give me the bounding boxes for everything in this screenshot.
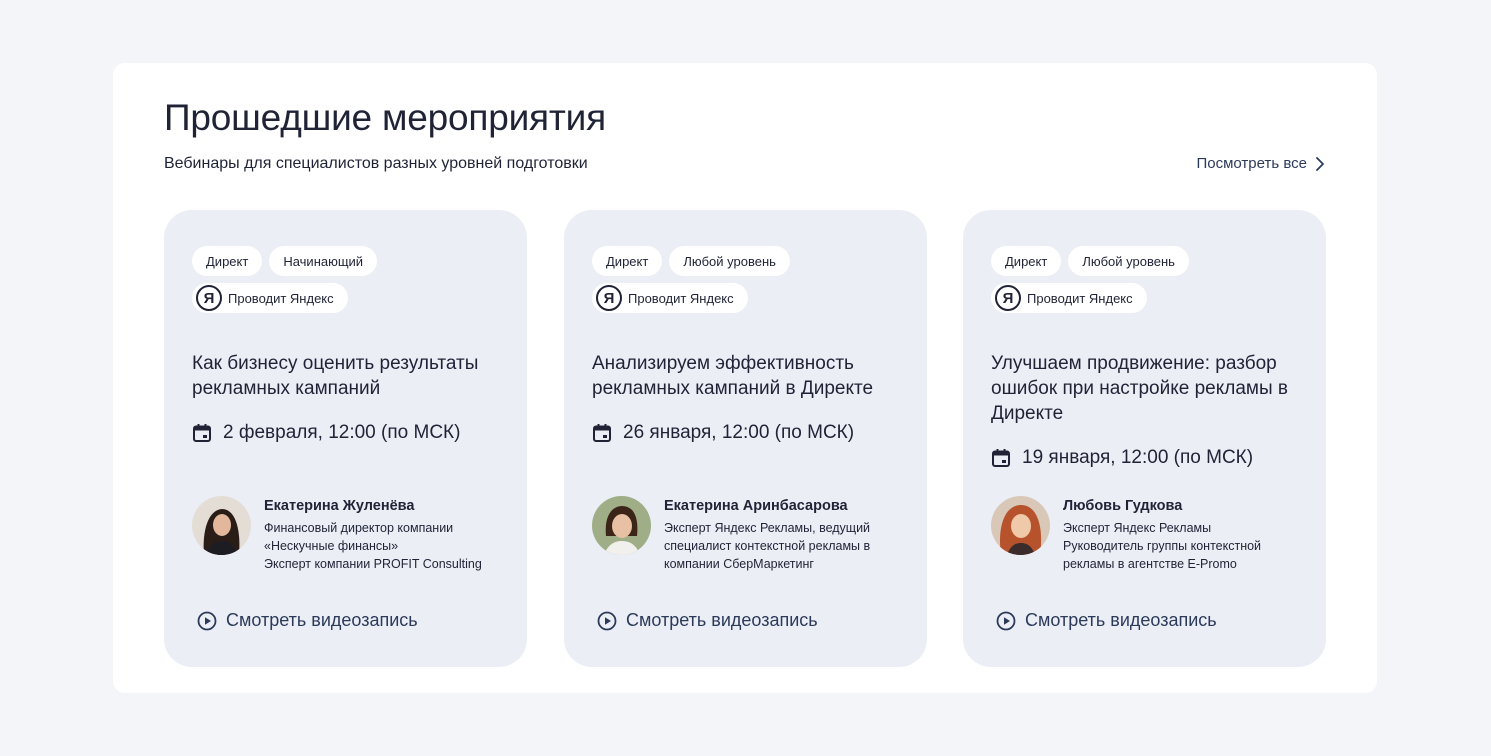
event-date: 19 января, 12:00 (по МСК) bbox=[991, 447, 1253, 469]
chevron-right-icon bbox=[1316, 156, 1324, 171]
past-events-section: Прошедшие мероприятия Вебинары для специ… bbox=[113, 63, 1377, 693]
event-date: 2 февраля, 12:00 (по МСК) bbox=[192, 422, 460, 444]
calendar-icon bbox=[193, 424, 211, 442]
tag-list: Директ Любой уровень Я Проводит Яндекс bbox=[991, 246, 1291, 313]
tag-product[interactable]: Директ bbox=[592, 246, 663, 276]
watch-recording-label: Смотреть видеозапись bbox=[1025, 610, 1217, 630]
event-date-text: 26 января, 12:00 (по МСК) bbox=[623, 422, 855, 443]
see-all-label: Посмотреть все bbox=[1196, 155, 1307, 172]
see-all-link[interactable]: Посмотреть все bbox=[1196, 155, 1325, 172]
speaker-description: Эксперт Яндекс Рекламы, ведущий специали… bbox=[664, 519, 870, 573]
speaker-avatar bbox=[192, 496, 251, 555]
event-card: Директ Любой уровень Я Проводит Яндекс У… bbox=[963, 210, 1326, 667]
speaker-description: Эксперт Яндекс Рекламы Руководитель груп… bbox=[1063, 519, 1261, 573]
host-label: Проводит Яндекс bbox=[228, 290, 334, 306]
host-badge: Я Проводит Яндекс bbox=[592, 283, 748, 313]
speaker: Любовь Гудкова Эксперт Яндекс Рекламы Ру… bbox=[991, 496, 1261, 573]
section-subtitle: Вебинары для специалистов разных уровней… bbox=[164, 155, 588, 172]
speaker-avatar bbox=[991, 496, 1050, 555]
event-card: Директ Начинающий Я Проводит Яндекс Как … bbox=[164, 210, 527, 667]
play-circle-icon bbox=[197, 611, 217, 630]
watch-recording-link[interactable]: Смотреть видеозапись bbox=[197, 610, 418, 631]
tag-level[interactable]: Любой уровень bbox=[1068, 246, 1189, 276]
speaker-desc-line: Руководитель группы контекстной bbox=[1063, 539, 1262, 553]
tag-list: Директ Начинающий Я Проводит Яндекс bbox=[192, 246, 492, 313]
speaker-desc-line: специалист контекстной рекламы в bbox=[664, 539, 871, 553]
play-circle-icon bbox=[597, 611, 617, 630]
event-date: 26 января, 12:00 (по МСК) bbox=[592, 422, 854, 444]
event-date-text: 2 февраля, 12:00 (по МСК) bbox=[223, 422, 461, 443]
speaker: Екатерина Аринбасарова Эксперт Яндекс Ре… bbox=[592, 496, 870, 573]
watch-recording-label: Смотреть видеозапись bbox=[626, 610, 818, 630]
speaker-desc-line: Финансовый директор компании bbox=[264, 521, 454, 535]
host-label: Проводит Яндекс bbox=[628, 290, 734, 306]
speaker-desc-line: Эксперт Яндекс Рекламы, ведущий bbox=[664, 521, 871, 535]
watch-recording-label: Смотреть видеозапись bbox=[226, 610, 418, 630]
tag-product[interactable]: Директ bbox=[991, 246, 1062, 276]
event-title[interactable]: Как бизнесу оценить результаты рекламных… bbox=[192, 351, 502, 401]
calendar-icon bbox=[992, 449, 1010, 467]
speaker-desc-line: Эксперт компании PROFIT Consulting bbox=[264, 557, 482, 571]
event-title[interactable]: Улучшаем продвижение: разбор ошибок при … bbox=[991, 351, 1301, 426]
speaker-name: Екатерина Жуленёва bbox=[264, 498, 415, 514]
watch-recording-link[interactable]: Смотреть видеозапись bbox=[597, 610, 818, 631]
speaker-desc-line: Эксперт Яндекс Рекламы bbox=[1063, 521, 1212, 535]
yandex-logo-icon: Я bbox=[196, 285, 222, 311]
speaker-desc-line: компании СберМаркетинг bbox=[664, 557, 814, 571]
speaker-desc-line: «Нескучные финансы» bbox=[264, 539, 399, 553]
watch-recording-link[interactable]: Смотреть видеозапись bbox=[996, 610, 1217, 631]
tag-level[interactable]: Любой уровень bbox=[669, 246, 790, 276]
speaker-name: Любовь Гудкова bbox=[1063, 498, 1183, 514]
host-badge: Я Проводит Яндекс bbox=[991, 283, 1147, 313]
event-title[interactable]: Анализируем эффективность рекламных камп… bbox=[592, 351, 902, 401]
tag-product[interactable]: Директ bbox=[192, 246, 263, 276]
host-label: Проводит Яндекс bbox=[1027, 290, 1133, 306]
section-title: Прошедшие мероприятия bbox=[164, 97, 606, 138]
tag-level[interactable]: Начинающий bbox=[269, 246, 378, 276]
yandex-logo-icon: Я bbox=[995, 285, 1021, 311]
speaker-description: Финансовый директор компании «Нескучные … bbox=[264, 519, 482, 573]
host-badge: Я Проводит Яндекс bbox=[192, 283, 348, 313]
tag-list: Директ Любой уровень Я Проводит Яндекс bbox=[592, 246, 892, 313]
speaker-name: Екатерина Аринбасарова bbox=[664, 498, 848, 514]
speaker-avatar bbox=[592, 496, 651, 555]
calendar-icon bbox=[593, 424, 611, 442]
event-card: Директ Любой уровень Я Проводит Яндекс А… bbox=[564, 210, 927, 667]
event-date-text: 19 января, 12:00 (по МСК) bbox=[1022, 447, 1254, 468]
speaker-desc-line: рекламы в агентстве E-Promo bbox=[1063, 557, 1237, 571]
speaker: Екатерина Жуленёва Финансовый директор к… bbox=[192, 496, 482, 573]
yandex-logo-icon: Я bbox=[596, 285, 622, 311]
play-circle-icon bbox=[996, 611, 1016, 630]
